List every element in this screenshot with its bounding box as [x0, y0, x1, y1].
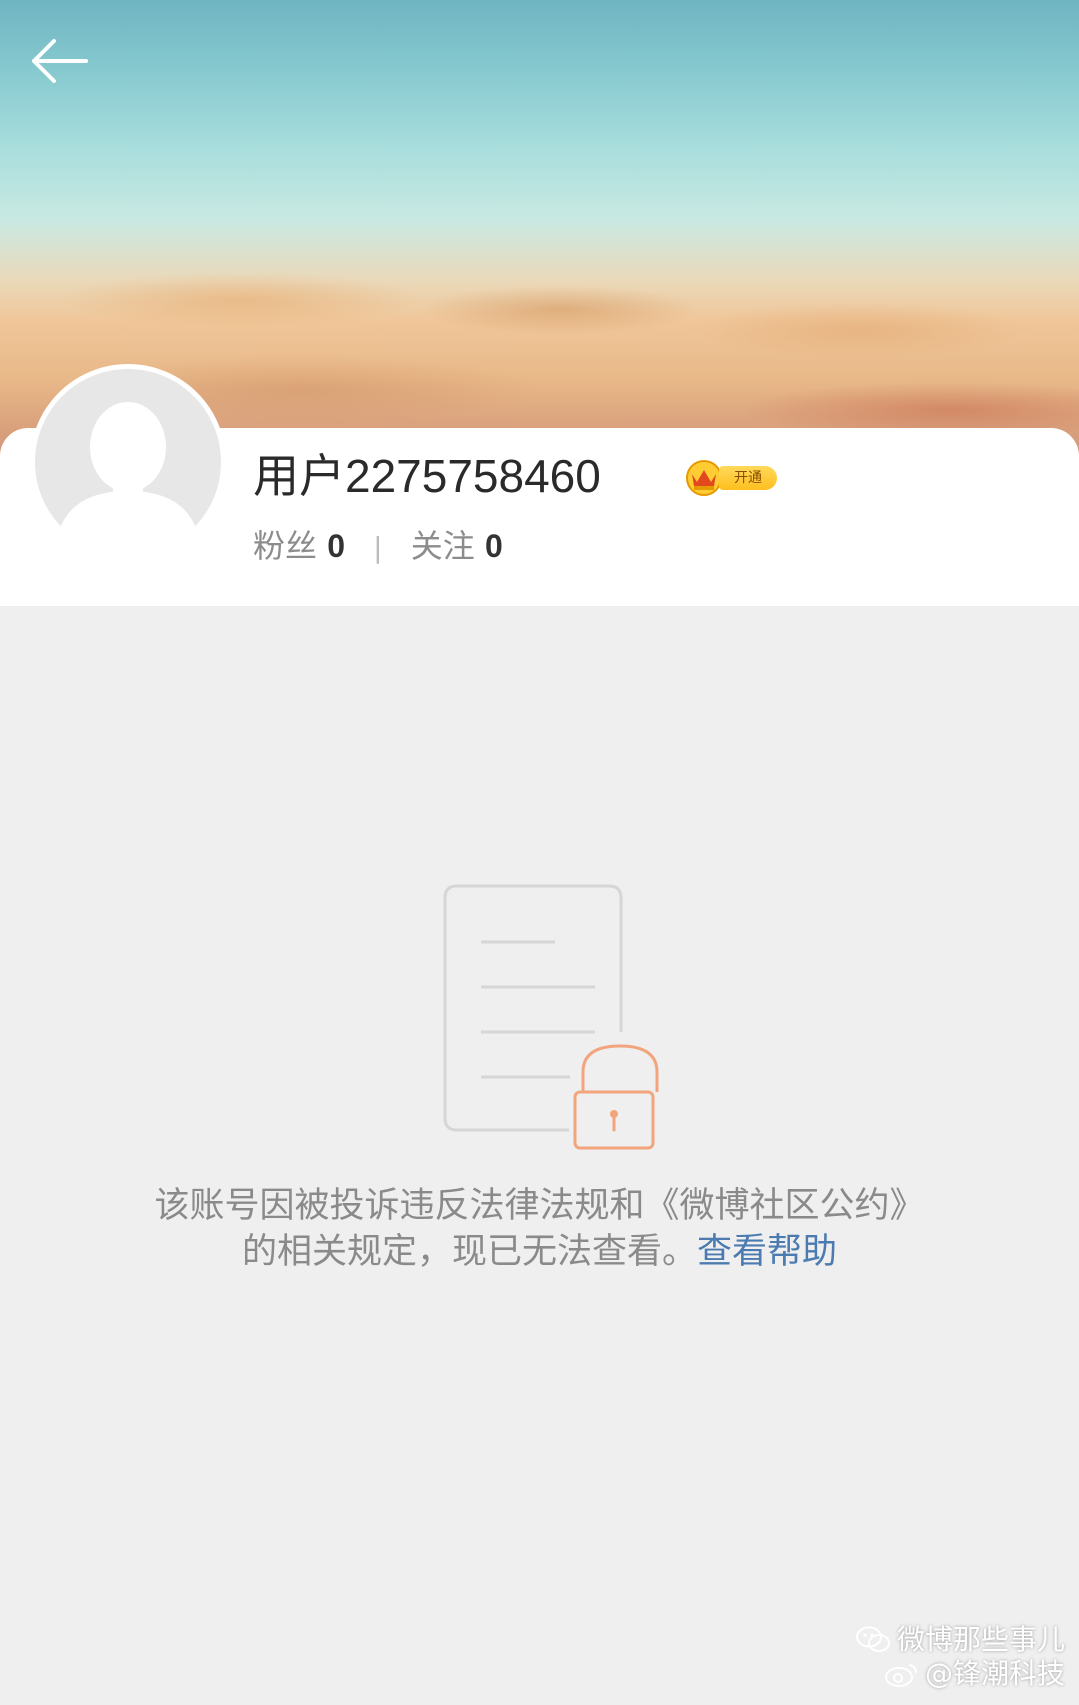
fans-stat[interactable]: 粉丝 0	[253, 527, 355, 565]
weibo-icon	[884, 1664, 917, 1687]
watermark-line-2: @锋潮科技	[924, 1657, 1065, 1690]
following-label: 关注	[410, 527, 475, 565]
message-line-2-text: 的相关规定，现已无法查看。	[241, 1232, 697, 1272]
vip-badge-label: 开通	[719, 466, 777, 490]
message-line-2: 的相关规定，现已无法查看。查看帮助	[60, 1229, 1019, 1275]
locked-document-icon	[443, 884, 659, 1150]
profile-stats: 粉丝 0 | 关注 0	[253, 522, 503, 572]
profile-username: 用户2275758460	[253, 450, 601, 502]
wechat-icon	[855, 1626, 890, 1652]
view-help-link[interactable]: 查看帮助	[697, 1232, 837, 1272]
stats-separator: |	[373, 531, 383, 564]
fans-count: 0	[327, 528, 345, 564]
back-arrow-icon[interactable]	[28, 35, 92, 87]
message-line-1: 该账号因被投诉违反法律法规和《微博社区公约》	[154, 1186, 925, 1226]
fans-label: 粉丝	[253, 527, 318, 565]
following-stat[interactable]: 关注 0	[411, 527, 503, 565]
watermark-line-1: 微博那些事儿	[896, 1623, 1065, 1656]
blocked-account-message: 该账号因被投诉违反法律法规和《微博社区公约》 的相关规定，现已无法查看。查看帮助	[60, 1183, 1019, 1275]
vip-open-badge[interactable]: 开通	[683, 456, 779, 496]
watermark: 微博那些事儿 @锋潮科技	[855, 1623, 1065, 1691]
following-count: 0	[484, 528, 503, 564]
default-avatar-icon	[35, 369, 221, 555]
avatar[interactable]	[30, 364, 226, 560]
